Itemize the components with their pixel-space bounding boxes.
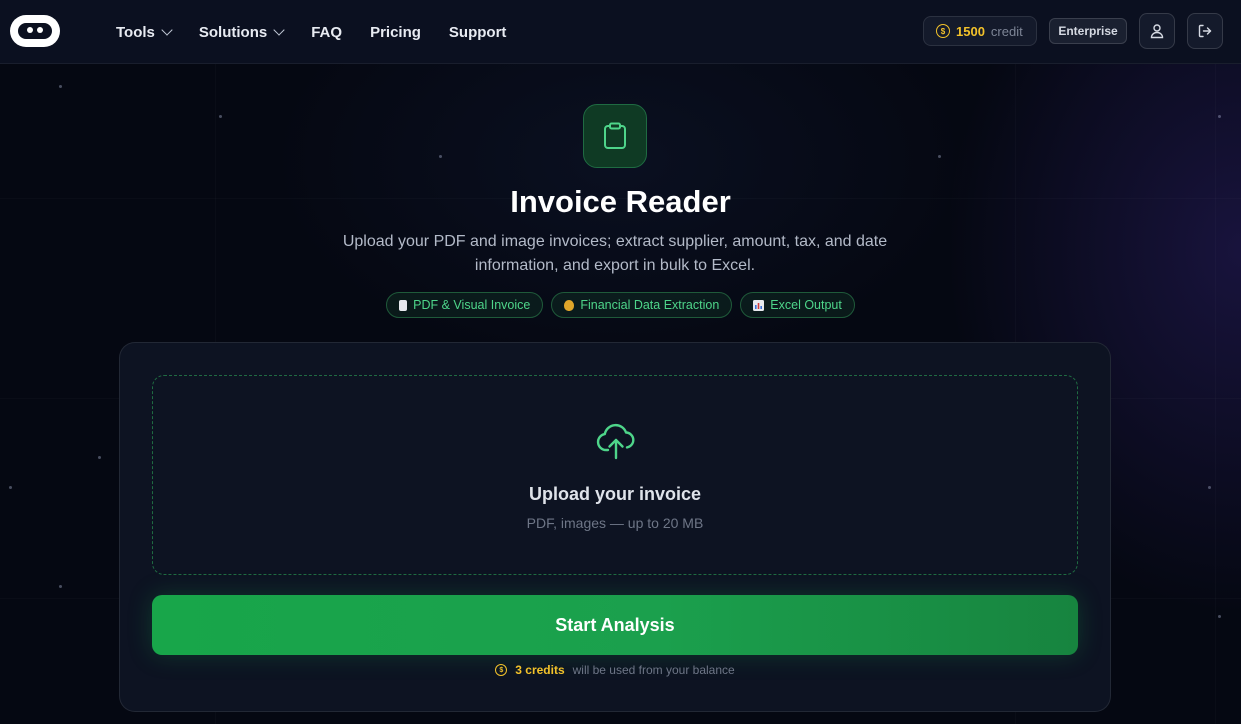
clipboard-icon [604, 122, 626, 149]
bar-chart-icon [753, 299, 765, 311]
cloud-upload-icon [596, 423, 635, 460]
tag-label: Financial Data Extraction [580, 298, 720, 312]
coin-icon: $ [495, 664, 508, 676]
nav-support[interactable]: Support [449, 24, 507, 41]
coin-icon: $ [936, 24, 950, 38]
nav-faq[interactable]: FAQ [311, 24, 342, 41]
chevron-down-icon [273, 24, 285, 36]
upload-card: Upload your invoice PDF, images — up to … [119, 342, 1111, 712]
credit-cost-amount: 3 credits [515, 663, 565, 677]
profile-button[interactable] [1139, 13, 1175, 49]
user-icon [1150, 24, 1164, 39]
tag-excel-output: Excel Output [740, 292, 855, 318]
file-dropzone[interactable]: Upload your invoice PDF, images — up to … [152, 375, 1078, 575]
feature-tags: PDF & Visual Invoice Financial Data Extr… [0, 292, 1241, 318]
nav-support-label: Support [448, 23, 507, 41]
credit-cost-text: will be used from your balance [572, 663, 735, 677]
enterprise-button[interactable]: Enterprise [1049, 18, 1127, 44]
nav-tools-label: Tools [116, 23, 155, 41]
nav-pricing[interactable]: Pricing [370, 24, 421, 41]
page-subtitle: Upload your PDF and image invoices; extr… [342, 233, 888, 274]
tag-label: Excel Output [770, 298, 842, 312]
main-nav: Tools Solutions FAQ Pricing Support [116, 0, 534, 64]
tag-financial-data-extraction: Financial Data Extraction [551, 292, 733, 318]
logout-icon [1198, 24, 1212, 38]
nav-solutions[interactable]: Solutions [198, 23, 285, 41]
nav-solutions-label: Solutions [198, 23, 268, 41]
credit-balance[interactable]: $ 1500 credit [923, 16, 1037, 46]
nav-tools[interactable]: Tools [116, 23, 173, 41]
credit-amount: 1500 [956, 23, 985, 39]
document-icon [399, 299, 408, 311]
tag-pdf-visual-invoice: PDF & Visual Invoice [386, 292, 544, 318]
top-navigation-bar: Tools Solutions FAQ Pricing Support $ 15… [0, 0, 1241, 64]
credit-cost-note: $ 3 credits will be used from your balan… [120, 663, 1110, 677]
dropzone-title: Upload your invoice [528, 484, 702, 504]
money-bag-icon [564, 299, 575, 311]
nav-faq-label: FAQ [311, 23, 343, 41]
start-analysis-button[interactable]: Start Analysis [152, 595, 1078, 655]
chevron-down-icon [161, 24, 173, 36]
tag-label: PDF & Visual Invoice [413, 298, 531, 312]
tool-badge [583, 104, 647, 168]
brand-logo[interactable] [10, 15, 60, 47]
page-title: Invoice Reader [510, 184, 731, 219]
credit-unit: credit [990, 23, 1023, 39]
nav-pricing-label: Pricing [370, 23, 421, 41]
logout-button[interactable] [1187, 13, 1223, 49]
dropzone-subtitle: PDF, images — up to 20 MB [526, 515, 704, 531]
